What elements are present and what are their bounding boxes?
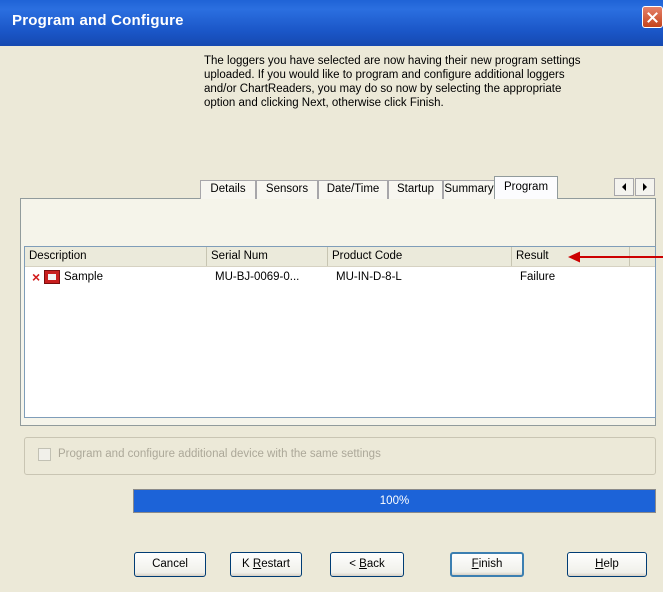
cancel-label: Cancel xyxy=(152,558,188,570)
failure-x-icon: × xyxy=(32,269,41,285)
tab-startup[interactable]: Startup xyxy=(388,180,443,199)
arrow-right-icon xyxy=(643,183,647,191)
column-product-code[interactable]: Product Code xyxy=(328,247,512,266)
title-bar: Program and Configure xyxy=(0,0,663,46)
back-label-rest: ack xyxy=(366,558,385,570)
arrow-left-icon xyxy=(622,183,626,191)
column-description[interactable]: Description xyxy=(25,247,207,266)
window-title: Program and Configure xyxy=(12,12,184,29)
list-header: Description Serial Num Product Code Resu… xyxy=(25,247,655,267)
cell-serial-num: MU-BJ-0069-0... xyxy=(215,271,300,283)
restart-label-key: R xyxy=(252,558,262,570)
annotation-arrow-icon xyxy=(568,251,663,263)
column-serial-num[interactable]: Serial Num xyxy=(207,247,328,266)
help-button[interactable]: Help xyxy=(567,552,647,577)
logger-icon xyxy=(44,270,60,284)
finish-label-key: F xyxy=(471,558,479,570)
progress-text: 100% xyxy=(379,495,410,507)
tab-details[interactable]: Details xyxy=(200,180,256,199)
restart-label-prefix: K xyxy=(242,558,253,570)
tab-date-time[interactable]: Date/Time xyxy=(318,180,388,199)
tab-program[interactable]: Program xyxy=(494,176,558,199)
back-label-key: B xyxy=(359,558,367,570)
additional-device-label: Program and configure additional device … xyxy=(58,448,381,460)
cell-result: Failure xyxy=(520,271,556,283)
tab-scroll-left-button[interactable] xyxy=(614,178,634,196)
help-label-rest: elp xyxy=(603,558,619,570)
intro-text: The loggers you have selected are now ha… xyxy=(204,54,659,110)
close-icon xyxy=(647,11,658,23)
table-row[interactable]: × Sample MU-BJ-0069-0... MU-IN-D-8-L Fai… xyxy=(25,268,655,286)
intro-line: uploaded. If you would like to program a… xyxy=(204,69,565,81)
additional-device-checkbox[interactable] xyxy=(38,448,51,461)
back-label-prefix: < xyxy=(349,558,360,570)
restart-button[interactable]: K Restart xyxy=(230,552,302,577)
cell-product-code: MU-IN-D-8-L xyxy=(336,271,402,283)
finish-label-rest: inish xyxy=(478,558,503,570)
intro-line: and/or ChartReaders, you may do so now b… xyxy=(204,83,562,95)
tab-scroll-right-button[interactable] xyxy=(635,178,655,196)
tab-scroll-buttons xyxy=(614,178,656,196)
progress-bar: 100% xyxy=(133,489,656,513)
intro-line: The loggers you have selected are now ha… xyxy=(204,55,581,67)
close-button[interactable] xyxy=(642,6,663,28)
tab-sensors[interactable]: Sensors xyxy=(256,180,318,199)
restart-label-rest: estart xyxy=(261,558,290,570)
cell-description: Sample xyxy=(64,271,103,283)
cancel-button[interactable]: Cancel xyxy=(134,552,206,577)
intro-line: option and clicking Next, otherwise clic… xyxy=(204,97,444,109)
tab-summary[interactable]: Summary xyxy=(443,180,495,199)
results-list[interactable]: Description Serial Num Product Code Resu… xyxy=(24,246,656,418)
back-button[interactable]: < Back xyxy=(330,552,404,577)
finish-button[interactable]: Finish xyxy=(450,552,524,577)
